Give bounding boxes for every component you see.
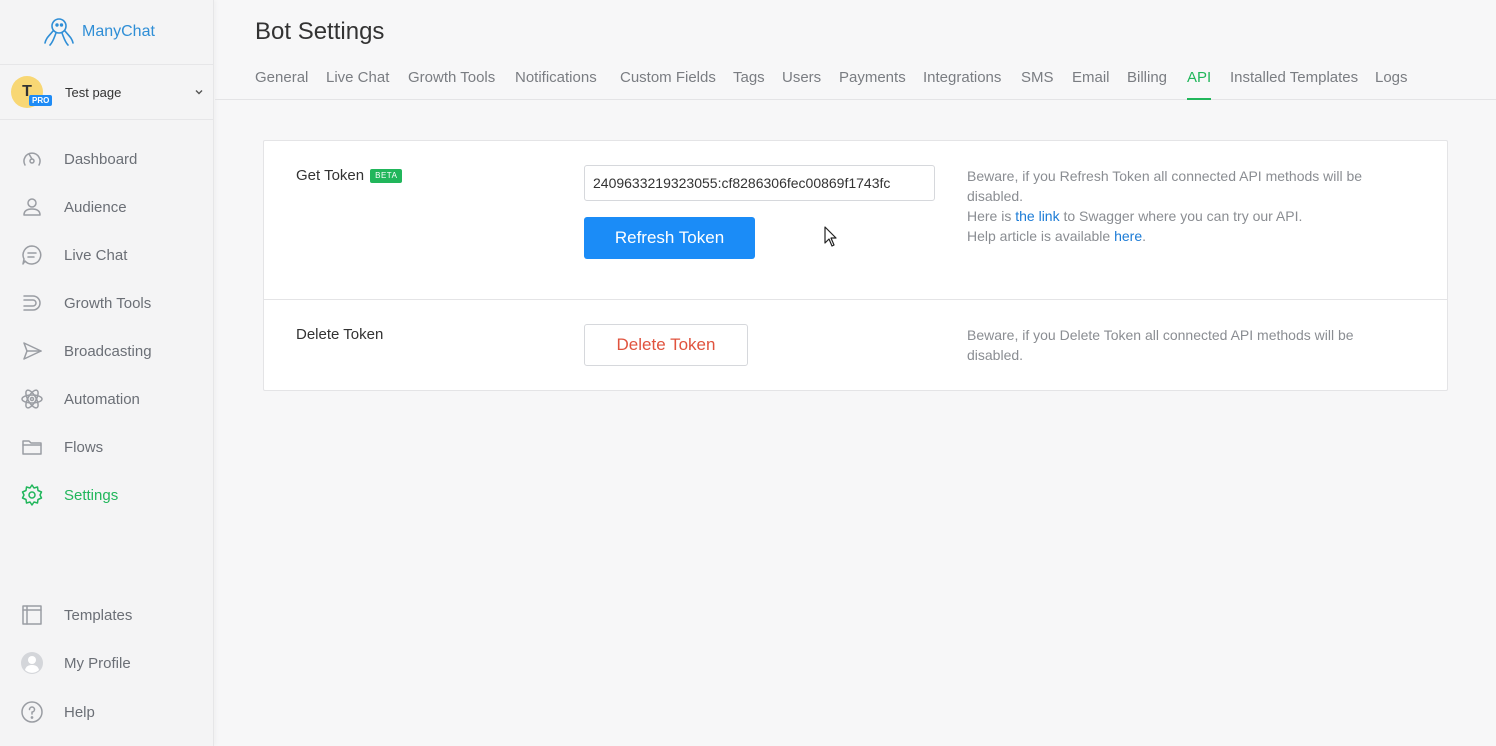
sidebar-item-label: Live Chat (64, 246, 128, 264)
folder-icon (20, 435, 44, 459)
swagger-suffix-text: to Swagger where you can try our API. (1059, 208, 1303, 224)
swagger-link-line: Here is the link to Swagger where you ca… (967, 206, 1407, 226)
sidebar: ManyChat T PRO Test page Dashboard Audie… (0, 0, 214, 746)
sidebar-item-dashboard[interactable]: Dashboard (0, 139, 214, 179)
sidebar-item-audience[interactable]: Audience (0, 187, 214, 227)
mouse-cursor-icon (824, 226, 837, 247)
refresh-token-button[interactable]: Refresh Token (584, 217, 755, 259)
profile-icon (20, 651, 44, 675)
dashboard-icon (20, 147, 44, 171)
sidebar-item-label: Broadcasting (64, 342, 152, 360)
beta-badge: BETA (370, 168, 403, 183)
help-prefix-text: Help article is available (967, 228, 1115, 244)
manychat-logo[interactable]: ManyChat (42, 16, 155, 48)
sidebar-item-live-chat[interactable]: Live Chat (0, 235, 214, 275)
octopus-logo-icon (44, 18, 74, 46)
help-icon (20, 700, 44, 724)
send-icon (20, 339, 44, 363)
tab-billing[interactable]: Billing (1127, 69, 1167, 100)
refresh-token-note: Beware, if you Refresh Token all connect… (967, 166, 1407, 246)
sidebar-item-label: Help (64, 703, 95, 721)
tab-logs[interactable]: Logs (1375, 69, 1408, 100)
user-icon (20, 195, 44, 219)
page-switcher[interactable]: T PRO Test page (0, 64, 214, 120)
chat-bubble-icon (20, 243, 44, 267)
get-token-label-group: Get Token BETA (296, 167, 403, 184)
sidebar-item-label: My Profile (64, 654, 131, 672)
chevron-down-icon (195, 90, 203, 95)
tab-payments[interactable]: Payments (839, 69, 906, 100)
refresh-warning-text: Beware, if you Refresh Token all connect… (967, 168, 1363, 204)
tab-tags[interactable]: Tags (733, 69, 765, 100)
sidebar-item-label: Dashboard (64, 150, 138, 168)
sidebar-item-label: Flows (64, 438, 104, 456)
atom-icon (20, 387, 44, 411)
help-article-line: Help article is available here. (967, 226, 1407, 246)
sidebar-item-templates[interactable]: Templates (0, 595, 214, 635)
tab-users[interactable]: Users (782, 69, 821, 100)
settings-tabs: General Live Chat Growth Tools Notificat… (215, 66, 1496, 100)
sidebar-item-label: Growth Tools (64, 294, 152, 312)
sidebar-item-label: Automation (64, 390, 140, 408)
sidebar-item-label: Audience (64, 198, 127, 216)
swagger-prefix-text: Here is (967, 208, 1016, 224)
tab-live-chat[interactable]: Live Chat (326, 69, 389, 100)
api-token-card: Get Token BETA Refresh Token Beware, if … (263, 140, 1448, 391)
delete-token-label: Delete Token (296, 326, 384, 343)
help-suffix-text: . (1142, 228, 1146, 244)
swagger-link[interactable]: the link (1015, 208, 1059, 224)
tab-growth-tools[interactable]: Growth Tools (408, 69, 495, 100)
tab-general[interactable]: General (255, 69, 308, 100)
gear-icon (20, 483, 44, 507)
tab-custom-fields[interactable]: Custom Fields (620, 69, 716, 100)
tab-notifications[interactable]: Notifications (515, 69, 597, 100)
delete-token-button[interactable]: Delete Token (584, 324, 748, 366)
tab-integrations[interactable]: Integrations (923, 69, 1001, 100)
sidebar-item-settings[interactable]: Settings (0, 475, 214, 515)
sidebar-item-label: Templates (64, 606, 133, 624)
sidebar-item-automation[interactable]: Automation (0, 379, 214, 419)
get-token-label: Get Token (296, 167, 365, 184)
tab-sms[interactable]: SMS (1021, 69, 1054, 100)
sidebar-item-growth-tools[interactable]: Growth Tools (0, 283, 214, 323)
tab-installed-templates[interactable]: Installed Templates (1230, 69, 1358, 100)
row-divider (264, 299, 1447, 300)
page-name: Test page (65, 84, 122, 100)
sidebar-item-label: Settings (64, 486, 119, 504)
sidebar-item-help[interactable]: Help (0, 692, 214, 732)
pro-badge: PRO (29, 95, 53, 106)
sidebar-item-broadcasting[interactable]: Broadcasting (0, 331, 214, 371)
magnet-icon (20, 291, 44, 315)
tab-email[interactable]: Email (1072, 69, 1110, 100)
page-title: Bot Settings (255, 18, 385, 45)
sidebar-item-flows[interactable]: Flows (0, 427, 214, 467)
delete-token-note: Beware, if you Delete Token all connecte… (967, 327, 1354, 363)
tab-api[interactable]: API (1187, 69, 1212, 100)
templates-icon (20, 603, 44, 627)
brand-name: ManyChat (82, 23, 155, 40)
sidebar-item-my-profile[interactable]: My Profile (0, 643, 214, 683)
avatar: T PRO (11, 76, 53, 108)
main-content: Bot Settings General Live Chat Growth To… (215, 0, 1496, 746)
help-article-link[interactable]: here (1114, 228, 1142, 244)
api-token-field[interactable] (584, 165, 935, 201)
